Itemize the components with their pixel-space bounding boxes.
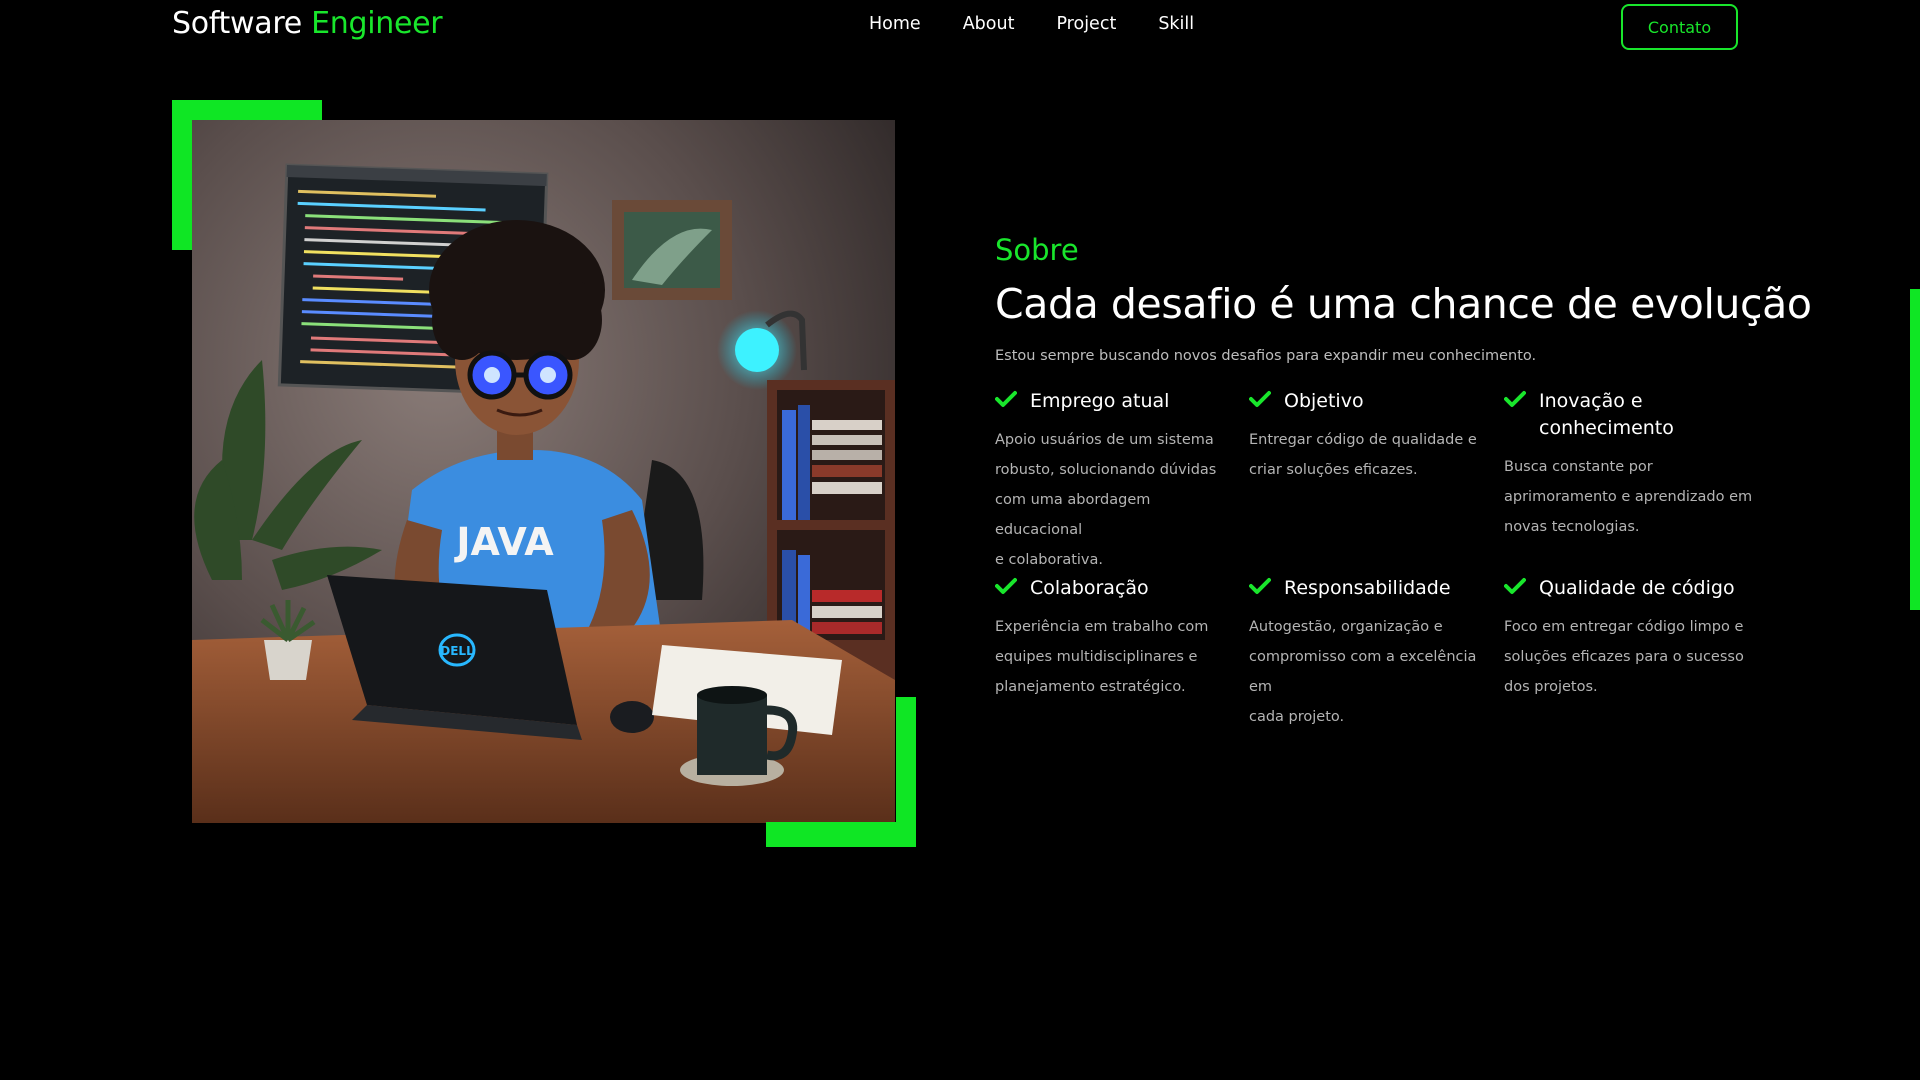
check-icon bbox=[1249, 575, 1284, 599]
developer-illustration: JAVA DELL bbox=[192, 120, 895, 823]
check-icon bbox=[1249, 388, 1284, 412]
feature-description: Autogestão, organização e compromisso co… bbox=[1249, 612, 1487, 732]
feature-description-line: Foco em entregar código limpo e bbox=[1504, 619, 1744, 635]
feature-item: Inovação e conhecimento Busca constante … bbox=[1504, 388, 1754, 542]
feature-title: Objetivo bbox=[1284, 390, 1364, 412]
feature-item: Emprego atual Apoio usuários de um siste… bbox=[995, 388, 1233, 575]
hero-image-frame: JAVA DELL bbox=[172, 100, 916, 848]
site-header: Software Engineer Home About Project Ski… bbox=[0, 0, 1920, 54]
section-kicker: Sobre bbox=[995, 233, 1079, 267]
side-accent-bar bbox=[1910, 289, 1920, 610]
feature-description-line: criar soluções eficazes. bbox=[1249, 462, 1418, 478]
feature-description-line: dos projetos. bbox=[1504, 679, 1598, 695]
feature-item: Qualidade de código Foco em entregar cód… bbox=[1504, 575, 1754, 702]
feature-description-line: com uma abordagem educacional bbox=[995, 492, 1151, 538]
wall-picture bbox=[612, 200, 732, 300]
feature-title: Qualidade de código bbox=[1539, 577, 1735, 599]
feature-description-line: planejamento estratégico. bbox=[995, 679, 1186, 695]
feature-item: Responsabilidade Autogestão, organização… bbox=[1249, 575, 1487, 732]
main-nav: Home About Project Skill bbox=[869, 14, 1194, 34]
check-icon bbox=[1504, 388, 1539, 412]
contact-button[interactable]: Contato bbox=[1621, 4, 1738, 50]
about-section: Sobre Cada desafio é uma chance de evolu… bbox=[995, 230, 1812, 725]
brand-name-accent: Engineer bbox=[311, 6, 443, 41]
feature-item: Objetivo Entregar código de qualidade e … bbox=[1249, 388, 1487, 485]
frame-corner-bottom-right bbox=[766, 822, 916, 847]
feature-description-line: compromisso com a excelência em bbox=[1249, 649, 1477, 695]
laptop-logo: DELL bbox=[440, 644, 474, 658]
feature-description-line: Busca constante por bbox=[1504, 459, 1653, 475]
check-icon bbox=[1504, 575, 1539, 599]
nav-home[interactable]: Home bbox=[869, 14, 921, 34]
feature-description: Busca constante por aprimoramento e apre… bbox=[1504, 452, 1754, 542]
nav-about[interactable]: About bbox=[963, 14, 1015, 34]
frame-corner-top-left bbox=[172, 100, 322, 120]
brand-logo[interactable]: Software Engineer bbox=[172, 6, 443, 41]
feature-title: Emprego atual bbox=[1030, 390, 1170, 412]
feature-description: Entregar código de qualidade e criar sol… bbox=[1249, 425, 1487, 485]
feature-title: Inovação e conhecimento bbox=[1539, 390, 1674, 439]
feature-description-line: e colaborativa. bbox=[995, 552, 1103, 568]
laptop: DELL bbox=[327, 575, 582, 740]
nav-project[interactable]: Project bbox=[1056, 14, 1116, 34]
feature-description: Experiência em trabalho com equipes mult… bbox=[995, 612, 1233, 702]
feature-description-line: soluções eficazes para o sucesso bbox=[1504, 649, 1744, 665]
feature-description: Foco em entregar código limpo e soluções… bbox=[1504, 612, 1754, 702]
section-intro: Estou sempre buscando novos desafios par… bbox=[995, 348, 1537, 364]
frame-corner-top-left-vertical bbox=[172, 100, 192, 250]
nav-skill[interactable]: Skill bbox=[1158, 14, 1194, 34]
feature-title: Responsabilidade bbox=[1284, 577, 1451, 599]
feature-description-line: aprimoramento e aprendizado em bbox=[1504, 489, 1753, 505]
feature-description-line: Apoio usuários de um sistema bbox=[995, 432, 1214, 448]
feature-description-line: Experiência em trabalho com bbox=[995, 619, 1209, 635]
hero-illustration: JAVA DELL bbox=[192, 120, 895, 823]
feature-description-line: cada projeto. bbox=[1249, 709, 1345, 725]
feature-description: Apoio usuários de um sistema robusto, so… bbox=[995, 425, 1233, 575]
feature-description-line: Entregar código de qualidade e bbox=[1249, 432, 1477, 448]
check-icon bbox=[995, 388, 1030, 412]
shirt-text: JAVA bbox=[453, 520, 554, 564]
feature-title: Colaboração bbox=[1030, 577, 1149, 599]
section-title: Cada desafio é uma chance de evolução bbox=[995, 280, 1812, 328]
feature-description-line: equipes multidisciplinares e bbox=[995, 649, 1198, 665]
feature-item: Colaboração Experiência em trabalho com … bbox=[995, 575, 1233, 702]
brand-name: Software bbox=[172, 6, 302, 41]
check-icon bbox=[995, 575, 1030, 599]
feature-description-line: novas tecnologias. bbox=[1504, 519, 1640, 535]
feature-description-line: Autogestão, organização e bbox=[1249, 619, 1443, 635]
feature-description-line: robusto, solucionando dúvidas bbox=[995, 462, 1217, 478]
